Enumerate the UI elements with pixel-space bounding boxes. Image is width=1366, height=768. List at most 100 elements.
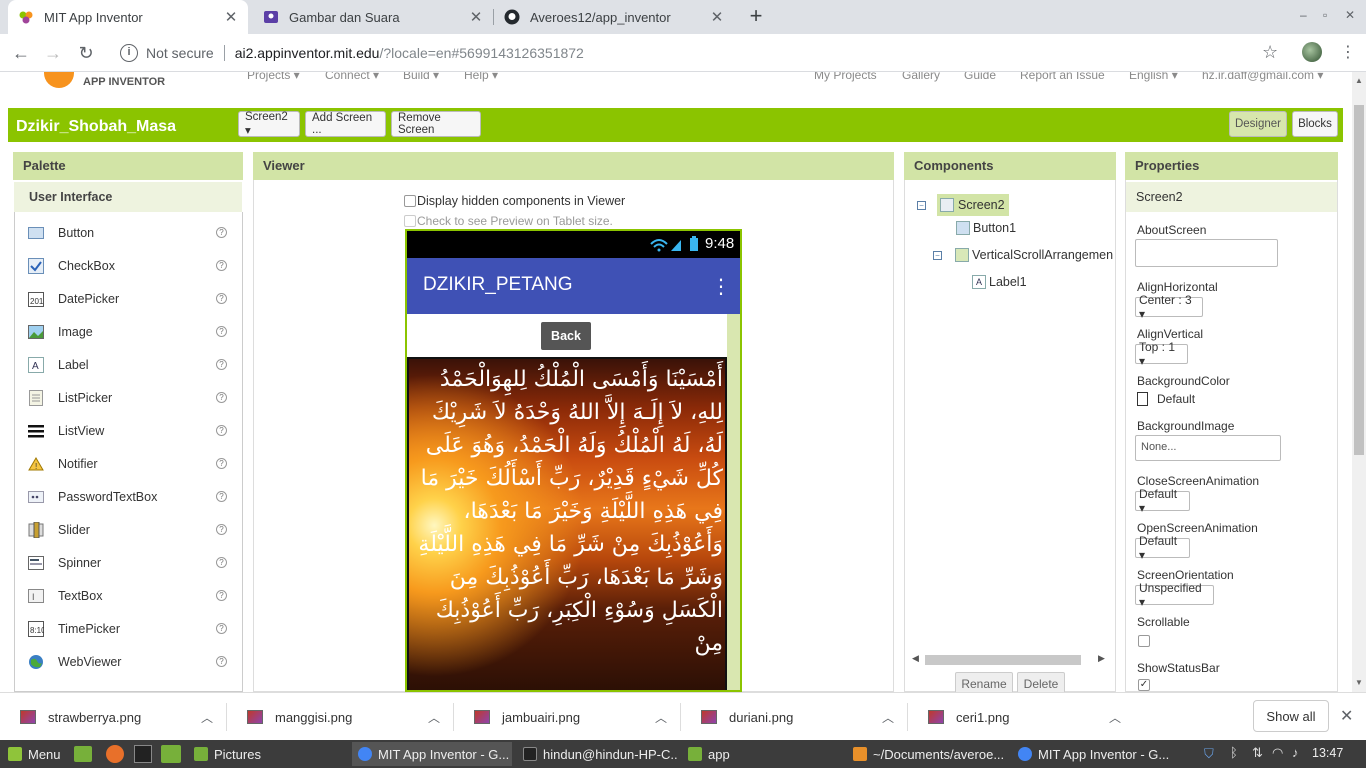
terminal-icon[interactable]	[134, 745, 152, 763]
chevron-up-icon[interactable]: ︿	[1109, 709, 1121, 726]
align-horizontal-select[interactable]: Center : 3 ▾	[1135, 293, 1203, 321]
taskbar-window-app-inventor-2[interactable]: MIT App Inventor - G...	[1012, 742, 1174, 766]
help-icon[interactable]: ?	[216, 359, 227, 370]
close-animation-select[interactable]: Default ▾	[1135, 487, 1190, 515]
palette-item-label[interactable]: A Label?	[15, 348, 243, 381]
remove-screen-button[interactable]: Remove Screen	[391, 111, 481, 137]
palette-item-textbox[interactable]: I TextBox?	[15, 579, 243, 612]
download-item-strawberrya[interactable]: strawberrya.png ︿	[0, 693, 227, 741]
back-arrow-icon[interactable]: ←	[8, 40, 34, 66]
address-bar[interactable]: i Not secure ai2.appinventor.mit.edu/?lo…	[108, 39, 1292, 67]
tablet-preview-option[interactable]: Check to see Preview on Tablet size.	[404, 214, 613, 228]
close-tab-icon[interactable]: ✕	[224, 8, 238, 26]
help-icon[interactable]: ?	[216, 293, 227, 304]
wifi-icon[interactable]: ◠	[1272, 745, 1283, 761]
info-icon[interactable]: i	[120, 44, 138, 62]
bookmark-star-icon[interactable]: ☆	[1262, 42, 1278, 63]
chevron-up-icon[interactable]: ︿	[882, 709, 894, 726]
help-icon[interactable]: ?	[216, 392, 227, 403]
blocks-button[interactable]: Blocks	[1292, 111, 1338, 137]
components-horizontal-scrollbar[interactable]: ◀ ▶	[912, 652, 1108, 666]
new-tab-button[interactable]: +	[743, 4, 769, 30]
menu-account[interactable]: hz.ir.daff@gmail.com ▾	[1202, 72, 1323, 82]
tablet-preview-checkbox[interactable]	[404, 215, 416, 227]
help-icon[interactable]: ?	[216, 227, 227, 238]
tree-node-label1[interactable]: A Label1	[972, 275, 1027, 289]
download-item-ceri1[interactable]: ceri1.png ︿	[908, 693, 1135, 741]
profile-avatar[interactable]	[1302, 42, 1322, 62]
palette-item-button[interactable]: Button?	[15, 216, 243, 249]
files-icon[interactable]	[161, 745, 181, 763]
screen-orientation-select[interactable]: Unspecified ▾	[1135, 581, 1214, 609]
help-icon[interactable]: ?	[216, 524, 227, 535]
start-menu-button[interactable]: Menu	[2, 742, 67, 766]
menu-guide[interactable]: Guide	[964, 72, 996, 82]
palette-item-spinner[interactable]: Spinner?	[15, 546, 243, 579]
palette-item-passwordtextbox[interactable]: PasswordTextBox?	[15, 480, 243, 513]
help-icon[interactable]: ?	[216, 557, 227, 568]
help-icon[interactable]: ?	[216, 425, 227, 436]
bluetooth-icon[interactable]: ᛒ	[1230, 745, 1238, 760]
scroll-thumb[interactable]	[925, 655, 1081, 665]
tab-gambar-dan-suara[interactable]: Gambar dan Suara ✕	[253, 0, 493, 34]
overflow-menu-icon[interactable]: ⋮	[711, 274, 731, 299]
menu-report-issue[interactable]: Report an Issue	[1020, 72, 1105, 82]
help-icon[interactable]: ?	[216, 590, 227, 601]
palette-item-webviewer[interactable]: WebViewer?	[15, 645, 243, 678]
show-desktop-icon[interactable]	[74, 746, 92, 762]
help-icon[interactable]: ?	[216, 326, 227, 337]
close-downloads-icon[interactable]: ✕	[1340, 706, 1353, 726]
scroll-up-icon[interactable]: ▲	[1355, 76, 1363, 85]
close-window-icon[interactable]: ✕	[1345, 8, 1355, 22]
display-hidden-checkbox[interactable]	[404, 195, 416, 207]
download-item-duriani[interactable]: duriani.png ︿	[681, 693, 908, 741]
taskbar-window-app-folder[interactable]: app	[682, 742, 842, 766]
color-swatch[interactable]	[1137, 392, 1148, 406]
open-animation-select[interactable]: Default ▾	[1135, 534, 1190, 562]
back-button[interactable]: Back	[541, 322, 591, 350]
forward-arrow-icon[interactable]: →	[40, 40, 66, 66]
minimize-window-icon[interactable]: –	[1300, 8, 1307, 22]
menu-connect[interactable]: Connect ▾	[325, 72, 379, 82]
network-icon[interactable]: ⇅	[1252, 745, 1263, 761]
help-icon[interactable]: ?	[216, 458, 227, 469]
help-icon[interactable]: ?	[216, 656, 227, 667]
palette-item-slider[interactable]: Slider?	[15, 513, 243, 546]
page-scrollbar[interactable]: ▲ ▼	[1352, 72, 1366, 692]
chevron-up-icon[interactable]: ︿	[655, 709, 667, 726]
taskbar-window-terminal[interactable]: hindun@hindun-HP-C...	[517, 742, 677, 766]
palette-item-timepicker[interactable]: 8:10 TimePicker?	[15, 612, 243, 645]
taskbar-window-sublime[interactable]: ~/Documents/averoe...	[847, 742, 1007, 766]
screen-select-button[interactable]: Screen2 ▾	[238, 111, 300, 137]
vertical-scroll-track[interactable]	[727, 314, 740, 690]
scroll-down-icon[interactable]: ▼	[1355, 678, 1363, 687]
show-all-downloads-button[interactable]: Show all	[1253, 700, 1329, 732]
tree-node-button1[interactable]: Button1	[956, 221, 1016, 235]
volume-icon[interactable]: ♪	[1292, 745, 1299, 760]
scrollable-checkbox[interactable]	[1138, 635, 1150, 647]
taskbar-window-app-inventor-1[interactable]: MIT App Inventor - G...	[352, 742, 512, 766]
menu-gallery[interactable]: Gallery	[902, 72, 940, 82]
scroll-left-icon[interactable]: ◀	[912, 653, 919, 664]
menu-projects[interactable]: Projects ▾	[247, 72, 300, 82]
add-screen-button[interactable]: Add Screen ...	[305, 111, 386, 137]
reload-icon[interactable]: ↻	[73, 40, 99, 66]
help-icon[interactable]: ?	[216, 491, 227, 502]
app-inventor-logo-icon[interactable]	[44, 72, 74, 88]
about-screen-textarea[interactable]	[1135, 239, 1278, 267]
palette-item-datepicker[interactable]: 201 DatePicker?	[15, 282, 243, 315]
tree-node-verticalscroll[interactable]: − VerticalScrollArrangemen	[933, 248, 1113, 262]
tab-mit-app-inventor[interactable]: MIT App Inventor ✕	[8, 0, 248, 34]
shield-icon[interactable]: ⛉	[1204, 746, 1214, 762]
page-scroll-thumb[interactable]	[1354, 105, 1364, 455]
background-color-picker[interactable]: Default	[1137, 392, 1195, 406]
rename-button[interactable]: Rename	[955, 672, 1013, 692]
menu-help[interactable]: Help ▾	[464, 72, 498, 82]
designer-button[interactable]: Designer	[1229, 111, 1287, 137]
taskbar-window-pictures[interactable]: Pictures	[188, 742, 343, 766]
delete-button[interactable]: Delete	[1017, 672, 1065, 692]
align-vertical-select[interactable]: Top : 1 ▾	[1135, 340, 1188, 368]
scroll-right-icon[interactable]: ▶	[1098, 653, 1105, 664]
menu-my-projects[interactable]: My Projects	[814, 72, 877, 82]
sunset-background-image[interactable]: أَمْسَيْنَا وَأَمْسَى الْمُلْكُ لِلهِوَا…	[407, 357, 727, 690]
